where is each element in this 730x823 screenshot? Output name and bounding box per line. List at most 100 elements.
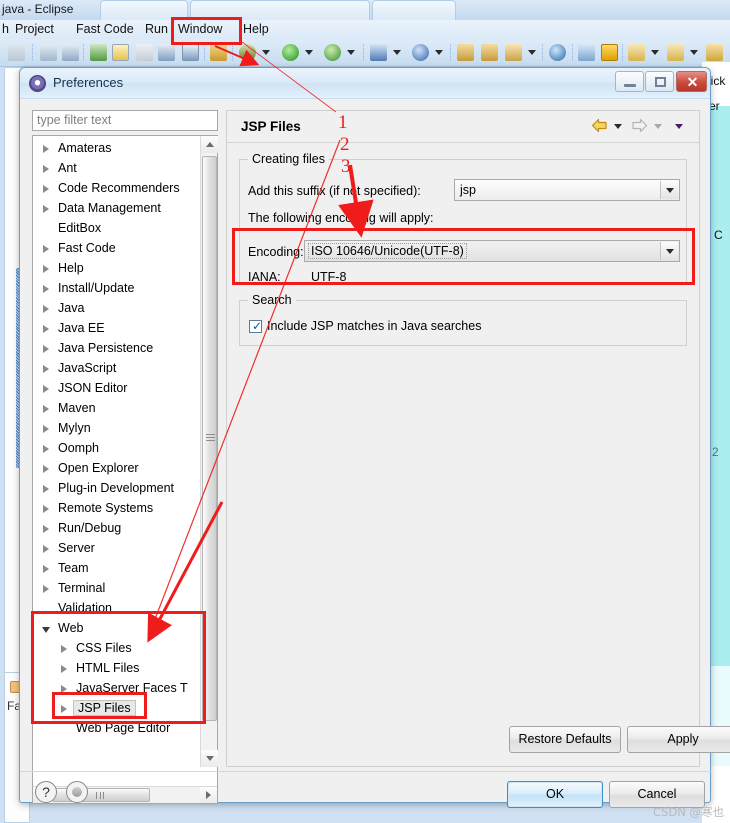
tree-item-run-debug[interactable]: Run/Debug [33,519,201,539]
back-arrow-icon[interactable] [591,118,608,133]
tree-item-remote-systems[interactable]: Remote Systems [33,499,201,519]
maximize-button[interactable] [645,71,674,92]
import-icon[interactable] [628,44,645,61]
chevron-right-icon[interactable] [43,545,49,553]
close-button[interactable]: ✕ [676,71,707,92]
sort-icon[interactable] [62,44,79,61]
chevron-right-icon[interactable] [43,365,49,373]
preferences-title-bar[interactable]: Preferences ✕ [20,68,710,99]
chevron-right-icon[interactable] [61,685,67,693]
tree-item-web[interactable]: Web [33,619,201,639]
tree-item-maven[interactable]: Maven [33,399,201,419]
chevron-right-icon[interactable] [61,705,67,713]
tree-item-team[interactable]: Team [33,559,201,579]
tree-item-amateras[interactable]: Amateras [33,139,201,159]
chevron-right-icon[interactable] [43,485,49,493]
forward-arrow-icon[interactable] [631,118,648,133]
chevron-right-icon[interactable] [43,325,49,333]
run-external-dropdown-icon[interactable] [347,50,355,55]
tree-item-install-update[interactable]: Install/Update [33,279,201,299]
chevron-right-icon[interactable] [61,645,67,653]
tree-item-server[interactable]: Server [33,539,201,559]
tree-item-java-persistence[interactable]: Java Persistence [33,339,201,359]
tree-item-code-recommenders[interactable]: Code Recommenders [33,179,201,199]
tree-scrollbar-thumb[interactable] [202,156,217,721]
tree-item-web-page-editor[interactable]: Web Page Editor [33,719,201,739]
chevron-right-icon[interactable] [43,465,49,473]
chevron-right-icon[interactable] [61,665,67,673]
chevron-right-icon[interactable] [43,525,49,533]
chevron-right-icon[interactable] [43,585,49,593]
eclipse-menu-bar[interactable]: h Project Fast Code Run Window Help [0,20,730,39]
chevron-right-icon[interactable] [43,345,49,353]
preferences-tree[interactable]: Amateras Ant Code Recommenders Data Mana… [32,135,218,804]
chevron-right-icon[interactable] [43,145,49,153]
new-wizard-dropdown-icon[interactable] [393,50,401,55]
back-nav-icon[interactable] [706,44,723,61]
scroll-down-button[interactable] [201,750,218,767]
tree-vertical-scrollbar[interactable] [200,136,218,767]
tree-item-validation[interactable]: Validation [33,599,201,619]
forward-dropdown-icon[interactable] [654,124,662,129]
tree-item-json-editor[interactable]: JSON Editor [33,379,201,399]
tree-item-oomph[interactable]: Oomph [33,439,201,459]
tree-item-mylyn[interactable]: Mylyn [33,419,201,439]
debug-icon[interactable] [239,44,256,61]
tree-item-ant[interactable]: Ant [33,159,201,179]
outline-icon[interactable] [40,44,57,61]
eclipse-toolbar[interactable] [0,39,730,67]
scroll-right-button[interactable] [200,787,217,803]
web-browser-icon[interactable] [549,44,566,61]
chevron-right-icon[interactable] [43,285,49,293]
tree-item-java-ee[interactable]: Java EE [33,319,201,339]
editor-tab-ghost-1[interactable] [100,0,188,20]
new-project-icon[interactable] [90,44,107,61]
tree-item-java[interactable]: Java [33,299,201,319]
scroll-up-button[interactable] [201,136,218,153]
tree-item-css-files[interactable]: CSS Files [33,639,201,659]
tree-item-help[interactable]: Help [33,259,201,279]
edit-highlight-icon[interactable] [112,44,129,61]
tree-item-fast-code[interactable]: Fast Code [33,239,201,259]
chevron-right-icon[interactable] [43,305,49,313]
editor-tab-ghost-3[interactable] [372,0,456,20]
apply-and-close-button[interactable] [66,781,88,803]
search-input[interactable]: type filter text [32,110,218,131]
menu-item-project[interactable]: Project [15,22,54,36]
menu-item-run[interactable]: Run [145,22,168,36]
suffix-combo[interactable]: jsp [454,179,680,201]
chevron-down-icon[interactable] [660,242,678,260]
tree-item-data-management[interactable]: Data Management [33,199,201,219]
tree-horizontal-scrollbar[interactable] [33,786,217,803]
chevron-right-icon[interactable] [43,205,49,213]
stop-server-icon[interactable] [601,44,618,61]
run-external-icon[interactable] [324,44,341,61]
chevron-right-icon[interactable] [43,405,49,413]
tree-item-javascript[interactable]: JavaScript [33,359,201,379]
chevron-right-icon[interactable] [43,165,49,173]
run-dropdown-icon[interactable] [305,50,313,55]
chevron-right-icon[interactable] [43,505,49,513]
help-button[interactable]: ? [35,781,57,803]
chevron-down-icon[interactable] [660,181,678,199]
export-dropdown-icon[interactable] [690,50,698,55]
import-dropdown-icon[interactable] [651,50,659,55]
new-wizard-icon[interactable] [370,44,387,61]
perspective-icon[interactable] [182,44,199,61]
refactor-icon[interactable] [136,44,153,61]
debug-dropdown-icon[interactable] [262,50,270,55]
chevron-right-icon[interactable] [43,445,49,453]
tree-item-editbox[interactable]: EditBox [33,219,201,239]
chevron-right-icon[interactable] [43,245,49,253]
ok-button[interactable]: OK [507,781,603,808]
tree-item-plug-in-development[interactable]: Plug-in Development [33,479,201,499]
chevron-right-icon[interactable] [43,385,49,393]
quick-fix-icon[interactable] [505,44,522,61]
tree-item-html-files[interactable]: HTML Files [33,659,201,679]
encoding-combo[interactable]: ISO 10646/Unicode(UTF-8) [304,240,680,262]
save-icon[interactable] [210,44,227,61]
svn-dropdown-icon[interactable] [435,50,443,55]
tree-item-open-explorer[interactable]: Open Explorer [33,459,201,479]
svn-icon[interactable] [412,44,429,61]
menu-item-help[interactable]: Help [243,22,269,36]
